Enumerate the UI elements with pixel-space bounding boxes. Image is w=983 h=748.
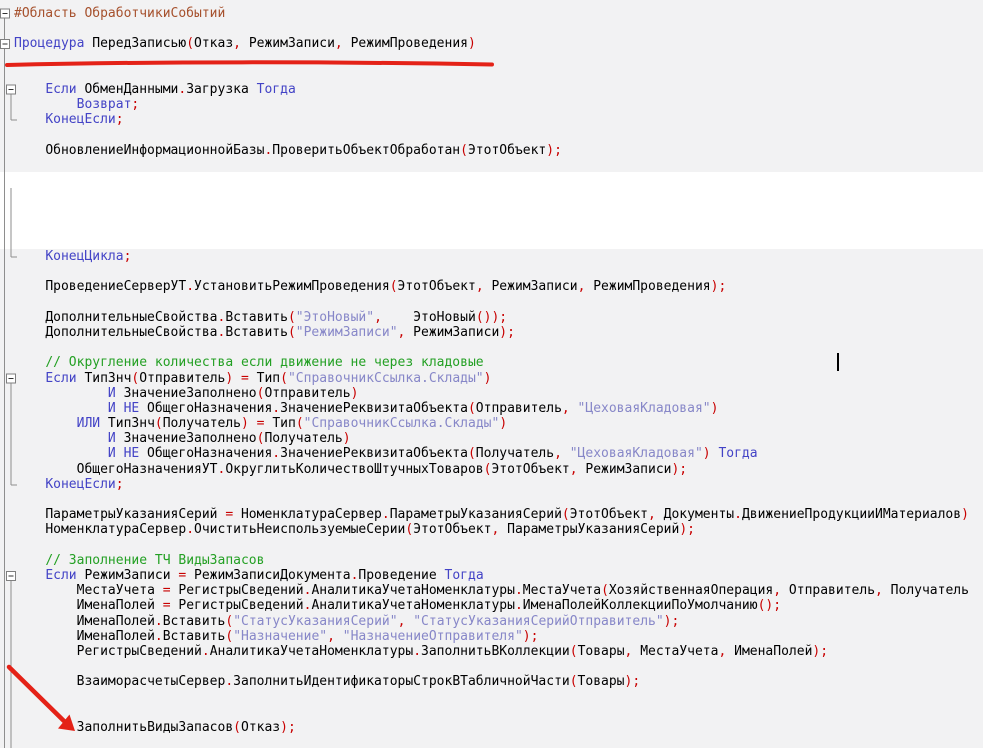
- code-line: ПроведениеСерверУТ.УстановитьРежимПровед…: [14, 279, 969, 294]
- code-line: #Область ОбработчикиСобытий: [14, 6, 969, 21]
- code-line: [14, 188, 969, 203]
- code-line: ОбновлениеИнформационнойБазы.ПроверитьОб…: [14, 143, 969, 158]
- code-line: Если ОбменДанными.Загрузка Тогда: [14, 82, 969, 97]
- code-line: [14, 128, 969, 143]
- code-line: [14, 67, 969, 82]
- code-line: [14, 295, 969, 310]
- configurator-code-window: #Область ОбработчикиСобытий Процедура Пе…: [0, 0, 983, 748]
- code-line: ПараметрыУказанияСерий = НоменклатураСер…: [14, 507, 969, 522]
- code-line: Если РежимЗаписи = РежимЗаписиДокумента.…: [14, 568, 969, 583]
- code-line: ИменаПолей = РегистрыСведений.АналитикаУ…: [14, 598, 969, 613]
- code-line: [14, 689, 969, 704]
- code-line: ДополнительныеСвойства.Вставить("ЭтоНовы…: [14, 310, 969, 325]
- code-line: [14, 52, 969, 67]
- code-line: [14, 173, 969, 188]
- code-line: И ЗначениеЗаполнено(Отправитель): [14, 386, 969, 401]
- code-line: [14, 158, 969, 173]
- text-caret: [837, 353, 839, 371]
- code-line: [14, 219, 969, 234]
- code-line: // Округление количества если движение н…: [14, 355, 969, 370]
- code-line: [14, 21, 969, 36]
- code-line: ИЛИ ТипЗнч(Получатель) = Тип("Справочник…: [14, 416, 969, 431]
- code-line: ВзаиморасчетыСервер.ЗаполнитьИдентификат…: [14, 674, 969, 689]
- code-line: МестаУчета = РегистрыСведений.АналитикаУ…: [14, 583, 969, 598]
- code-line: // Заполнение ТЧ ВидыЗапасов: [14, 553, 969, 568]
- code-line: И НЕ ОбщегоНазначения.ЗначениеРеквизитаО…: [14, 446, 969, 461]
- code-line: [14, 492, 969, 507]
- code-line: [14, 340, 969, 355]
- code-line: И НЕ ОбщегоНазначения.ЗначениеРеквизитаО…: [14, 401, 969, 416]
- code-line: Возврат;: [14, 97, 969, 112]
- code-line: [14, 659, 969, 674]
- code-line: Если ТипЗнч(Отправитель) = Тип("Справочн…: [14, 371, 969, 386]
- code-line: [14, 203, 969, 218]
- code-line: [14, 538, 969, 553]
- code-lines: #Область ОбработчикиСобытий Процедура Пе…: [14, 6, 969, 735]
- code-line: И ЗначениеЗаполнено(Получатель): [14, 431, 969, 446]
- code-line: ИменаПолей.Вставить("Назначение", "Назна…: [14, 629, 969, 644]
- code-line: КонецЕсли;: [14, 477, 969, 492]
- code-line: Процедура ПередЗаписью(Отказ, РежимЗапис…: [14, 36, 969, 51]
- code-line: ОбщегоНазначенияУТ.ОкруглитьКоличествоШт…: [14, 462, 969, 477]
- code-line: [14, 264, 969, 279]
- code-line: ИменаПолей.Вставить("СтатусУказанияСерий…: [14, 614, 969, 629]
- code-line: КонецЕсли;: [14, 112, 969, 127]
- code-line: РегистрыСведений.АналитикаУчетаНоменклат…: [14, 644, 969, 659]
- code-line: КонецЦикла;: [14, 249, 969, 264]
- code-line: ДополнительныеСвойства.Вставить("РежимЗа…: [14, 325, 969, 340]
- code-line: [14, 234, 969, 249]
- code-line: ЗаполнитьВидыЗапасов(Отказ);: [14, 720, 969, 735]
- code-line: НоменклатураСервер.ОчиститьНеиспользуемы…: [14, 522, 969, 537]
- code-line: [14, 705, 969, 720]
- code-editor[interactable]: #Область ОбработчикиСобытий Процедура Пе…: [0, 0, 983, 748]
